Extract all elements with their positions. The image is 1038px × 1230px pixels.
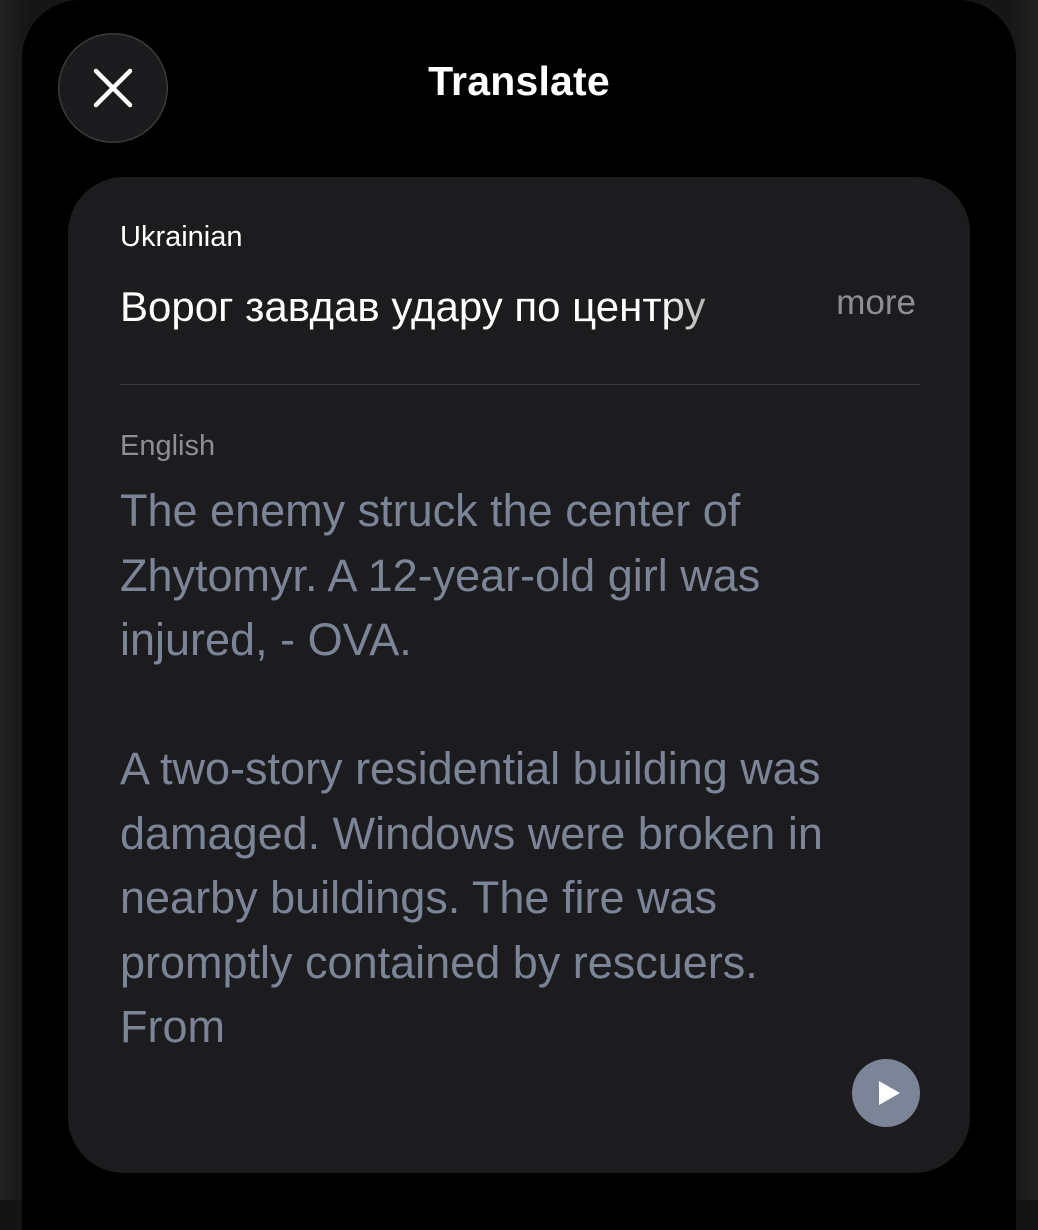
- source-text-row: Ворог завдав удару по центру: [120, 277, 920, 337]
- source-text: Ворог завдав удару по центру: [120, 283, 706, 330]
- play-icon: [879, 1081, 900, 1105]
- more-button[interactable]: more: [836, 281, 916, 325]
- translated-text: The enemy struck the center of Zhytomyr.…: [120, 485, 823, 1052]
- source-language-label: Ukrainian: [120, 221, 243, 253]
- play-button[interactable]: [852, 1059, 920, 1127]
- sheet-title: Translate: [428, 58, 610, 104]
- target-language-label: English: [120, 430, 216, 462]
- divider: [120, 384, 920, 385]
- translation-card: Ukrainian Ворог завдав удару по центру m…: [68, 177, 970, 1173]
- translate-sheet: Translate Ukrainian Ворог завдав удару п…: [22, 0, 1016, 1230]
